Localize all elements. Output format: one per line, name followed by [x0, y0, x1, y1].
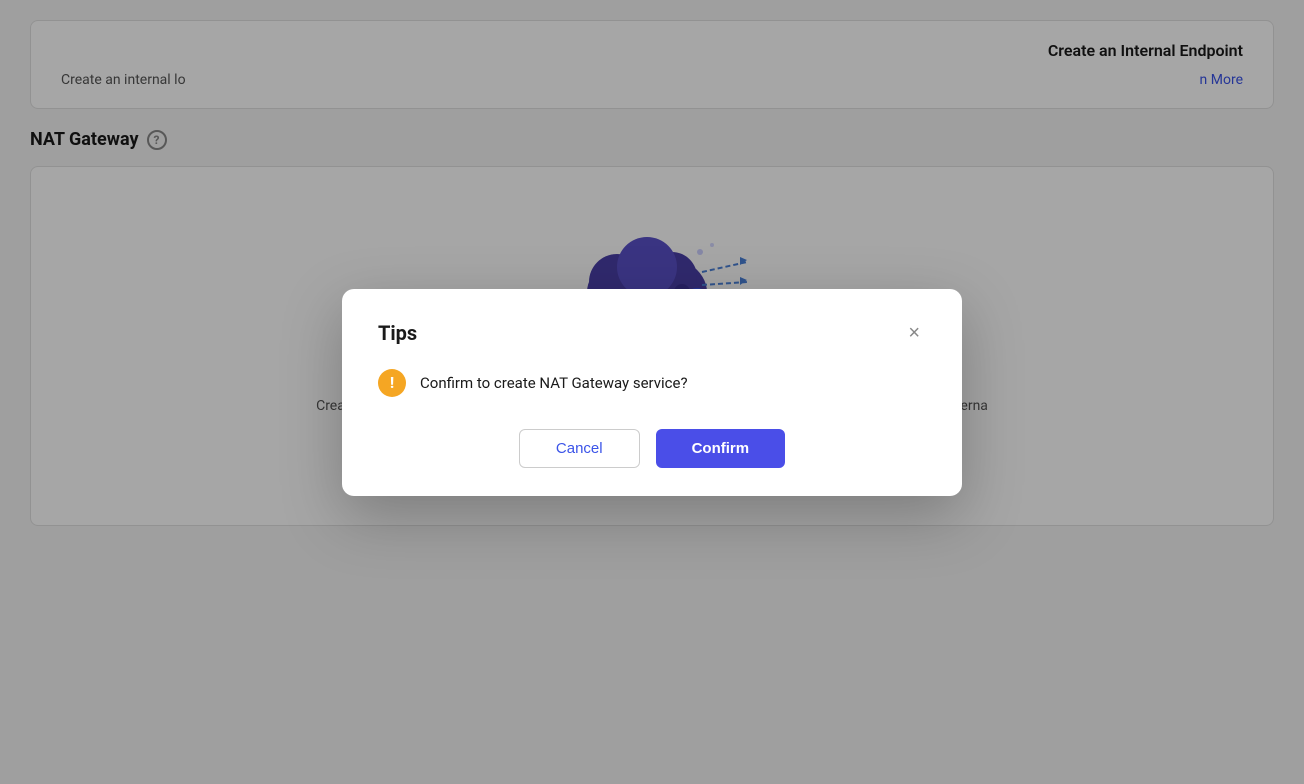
- tips-modal: Tips × ! Confirm to create NAT Gateway s…: [342, 289, 962, 496]
- modal-title: Tips: [378, 321, 417, 345]
- warning-icon: !: [378, 369, 406, 397]
- modal-overlay: Tips × ! Confirm to create NAT Gateway s…: [0, 0, 1304, 784]
- confirm-button[interactable]: Confirm: [656, 429, 786, 468]
- modal-message: Confirm to create NAT Gateway service?: [420, 374, 688, 392]
- modal-footer: Cancel Confirm: [378, 429, 926, 468]
- modal-body: ! Confirm to create NAT Gateway service?: [378, 369, 926, 397]
- modal-close-button[interactable]: ×: [902, 321, 926, 345]
- cancel-button[interactable]: Cancel: [519, 429, 640, 468]
- modal-header: Tips ×: [378, 321, 926, 345]
